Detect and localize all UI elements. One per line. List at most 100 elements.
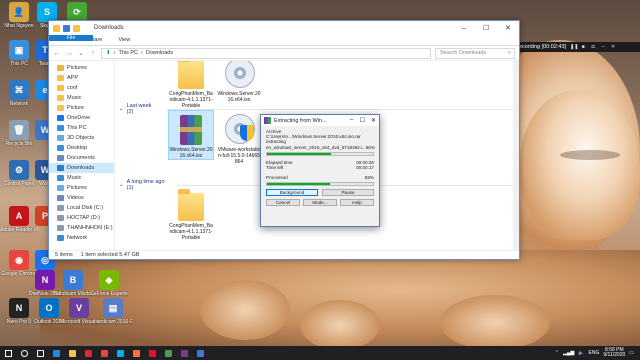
help-button[interactable]: Help — [340, 199, 374, 207]
desktop-icon-label: Network — [9, 101, 29, 107]
sidebar-item[interactable]: Downloads — [49, 163, 114, 173]
quick-access-save-icon[interactable] — [63, 24, 70, 32]
sidebar-item[interactable]: Music — [49, 173, 114, 183]
clock[interactable]: 8:58 PM 9/11/2020 — [603, 347, 625, 359]
file-name: CongPhanMem_Bandicam-4.1.1.1371-Portable — [169, 223, 213, 241]
app-icon: V — [69, 298, 89, 318]
chevron-down-icon[interactable]: ⌄ — [77, 49, 85, 57]
pause-button[interactable]: Pause — [322, 189, 374, 197]
forward-arrow-icon[interactable]: → — [65, 50, 73, 57]
minimize-icon[interactable]: – — [600, 44, 606, 50]
file-item[interactable]: CongPhanMem_Bandicam-4.1.1.1371-Portable — [169, 61, 213, 109]
tab-view[interactable]: View — [110, 35, 138, 45]
sidebar-item[interactable]: This PC — [49, 123, 114, 133]
language-indicator[interactable]: ENG — [589, 350, 600, 356]
taskbar-start-icon[interactable] — [0, 346, 16, 360]
chevron-up-icon[interactable]: ⌃ — [555, 350, 559, 356]
file-item[interactable]: Windows.Server.2016.x64.iso — [217, 61, 261, 103]
volume-icon[interactable]: 🔈 — [578, 350, 584, 356]
back-arrow-icon[interactable]: ← — [53, 50, 61, 57]
up-arrow-icon[interactable]: ↑ — [89, 50, 97, 57]
pause-icon[interactable]: ❚❚ — [570, 44, 578, 50]
sidebar-item[interactable]: APP — [49, 73, 114, 83]
sidebar-item[interactable]: THANHNHON (E:) — [49, 223, 114, 233]
desktop-icon[interactable]: ▤bandicam 2016-09-11 — [94, 298, 132, 325]
taskbar-bandicam-icon[interactable] — [144, 346, 160, 360]
mode-button[interactable]: Mode... — [303, 199, 337, 207]
desktop-icon-label: Bandicam Mixdcap 3 — [54, 291, 92, 297]
taskbar-app-icon[interactable] — [160, 346, 176, 360]
navigation-pane: Pictures APP conf Music Picture OneDrive This … — [49, 61, 115, 250]
new-folder-icon[interactable] — [73, 24, 80, 32]
app-icon: ◆ — [99, 270, 119, 290]
breadcrumb-this-pc[interactable]: This PC — [118, 50, 138, 56]
file-percent: 60% — [365, 144, 376, 150]
system-tray: ⌃ ▂▄▆ 🔈 ENG 8:58 PM 9/11/2020 ▭ — [555, 347, 640, 359]
app-icon: ▤ — [103, 298, 123, 318]
taskbar-firefox-icon[interactable] — [128, 346, 144, 360]
search-input[interactable]: Search Downloads ⌕ — [435, 47, 515, 59]
notifications-icon[interactable]: ▭ — [629, 350, 634, 356]
sidebar-item[interactable]: HOCTAP (D:) — [49, 213, 114, 223]
sidebar-item-label: 3D Objects — [67, 135, 95, 141]
folder-icon — [57, 185, 64, 191]
desktop-icon[interactable]: VMicrosoft Visual Studio — [60, 298, 98, 325]
taskbar-opera-icon[interactable] — [80, 346, 96, 360]
time-left-label: Time left — [266, 165, 284, 171]
sidebar-item[interactable]: Local Disk (C:) — [49, 203, 114, 213]
taskbar-mail-icon[interactable] — [192, 346, 208, 360]
sidebar-item[interactable]: Desktop — [49, 143, 114, 153]
address-bar[interactable]: ⬇ › This PC › Downloads — [101, 47, 431, 59]
sidebar-item[interactable]: Videos — [49, 193, 114, 203]
maximize-button[interactable]: ☐ — [475, 21, 497, 35]
breadcrumb-downloads[interactable]: Downloads — [146, 50, 173, 56]
sidebar-item[interactable]: Network — [49, 233, 114, 243]
status-bar: 5 items 1 item selected 5.47 GB — [49, 250, 519, 259]
file-item[interactable]: CongPhanMem_Bandicam-4.1.1.1371-Portable — [169, 187, 213, 241]
taskbar-explorer-icon[interactable] — [64, 346, 80, 360]
folder-icon — [57, 155, 64, 161]
stop-icon[interactable]: ■ — [580, 44, 586, 50]
minimize-button[interactable]: – — [453, 21, 475, 35]
desktop-icon-label: Microsoft Visual Studio — [60, 319, 98, 325]
folder-icon — [57, 145, 64, 151]
recording-timer: Recording [00:02:43] — [515, 44, 567, 50]
taskbar-search-icon[interactable] — [16, 346, 32, 360]
background-button[interactable]: Background — [266, 189, 318, 197]
sidebar-item-label: Desktop — [67, 145, 88, 151]
minimize-button[interactable]: – — [346, 117, 357, 124]
vertical-scrollbar[interactable] — [513, 61, 519, 250]
maximize-button[interactable]: ☐ — [357, 117, 368, 124]
explorer-titlebar[interactable]: Downloads – ☐ ✕ — [49, 21, 519, 35]
file-item-selected[interactable]: Windows.Server.2016.x64.iso — [168, 110, 214, 160]
sidebar-item[interactable]: Documents — [49, 153, 114, 163]
cancel-button[interactable]: Cancel — [266, 199, 300, 207]
network-icon[interactable]: ▂▄▆ — [563, 350, 574, 356]
tab-file[interactable]: File — [49, 35, 93, 41]
sidebar-item-label: Downloads — [67, 165, 95, 171]
desktop-icon[interactable]: ◆GeForce Experience — [90, 270, 128, 297]
taskbar-task-view-icon[interactable] — [32, 346, 48, 360]
sidebar-item-label: Local Disk (C:) — [67, 205, 104, 211]
close-button[interactable]: ✕ — [497, 21, 519, 35]
taskbar-chrome-icon[interactable] — [96, 346, 112, 360]
sidebar-item[interactable]: Picture — [49, 103, 114, 113]
group-label: A long time ago (1) — [126, 179, 165, 191]
dialog-titlebar[interactable]: Extracting from Win... – ☐ ✕ — [261, 115, 379, 126]
sidebar-item[interactable]: conf — [49, 83, 114, 93]
taskbar-edge-icon[interactable] — [48, 346, 64, 360]
camera-icon[interactable]: ◘ — [590, 44, 596, 50]
taskbar-winrar-icon[interactable] — [176, 346, 192, 360]
close-icon[interactable]: ✕ — [610, 44, 616, 50]
sidebar-item[interactable]: 3D Objects — [49, 133, 114, 143]
desktop-icon[interactable]: BBandicam Mixdcap 3 — [54, 270, 92, 297]
app-icon: ⌘ — [9, 80, 29, 100]
file-item[interactable]: VMware-workstation-full-15.5.0-14665864 — [217, 111, 261, 165]
sidebar-item[interactable]: OneDrive — [49, 113, 114, 123]
close-button[interactable]: ✕ — [368, 117, 379, 124]
sidebar-item[interactable]: Pictures — [49, 183, 114, 193]
taskbar-skype-icon[interactable] — [112, 346, 128, 360]
sidebar-item[interactable]: Music — [49, 93, 114, 103]
folder-icon — [178, 61, 204, 89]
sidebar-item[interactable]: Pictures — [49, 63, 114, 73]
